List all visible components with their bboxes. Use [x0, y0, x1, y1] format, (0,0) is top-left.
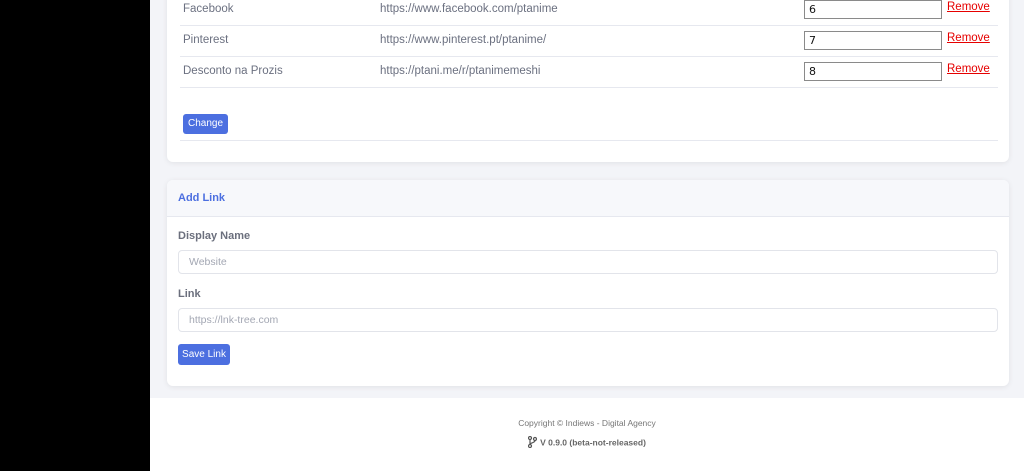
footer: Copyright © Indiews - Digital Agency V 0…	[150, 398, 1024, 471]
link-label: Link	[178, 288, 201, 300]
table-row: Desconto na Prozis https://ptani.me/r/pt…	[180, 56, 998, 88]
link-url: https://www.facebook.com/ptanime	[380, 3, 558, 15]
link-name: Facebook	[183, 3, 234, 15]
git-branch-icon	[527, 435, 538, 450]
links-card: Facebook https://www.facebook.com/ptanim…	[167, 0, 1009, 162]
display-name-label: Display Name	[178, 230, 251, 242]
order-input[interactable]: 6	[804, 0, 942, 19]
link-name: Pinterest	[183, 34, 229, 46]
remove-link[interactable]: Remove	[947, 0, 990, 20]
remove-link[interactable]: Remove	[947, 56, 990, 82]
display-name-input[interactable]: Website	[178, 250, 998, 274]
table-row: Facebook https://www.facebook.com/ptanim…	[180, 0, 998, 26]
table-row: Pinterest https://www.pinterest.pt/ptani…	[180, 25, 998, 57]
add-link-header: Add Link	[167, 180, 1009, 217]
change-button[interactable]: Change	[183, 114, 228, 134]
version-info: V 0.9.0 (beta-not-released)	[150, 435, 1024, 450]
version-text: V 0.9.0 (beta-not-released)	[540, 437, 646, 448]
link-input[interactable]: https://lnk-tree.com	[178, 308, 998, 332]
order-input[interactable]: 8	[804, 62, 942, 81]
copyright-text: Copyright © Indiews - Digital Agency	[518, 418, 656, 428]
order-input[interactable]: 7	[804, 31, 942, 50]
link-url: https://www.pinterest.pt/ptanime/	[380, 34, 547, 46]
remove-link[interactable]: Remove	[947, 25, 990, 51]
save-link-button[interactable]: Save Link	[178, 344, 230, 365]
divider	[180, 140, 998, 141]
main-content: Facebook https://www.facebook.com/ptanim…	[150, 0, 1024, 471]
link-url: https://ptani.me/r/ptanimemeshi	[380, 65, 541, 77]
link-name: Desconto na Prozis	[183, 65, 283, 77]
add-link-card: Add Link Display Name Website Link https…	[167, 180, 1009, 386]
add-link-title: Add Link	[178, 192, 226, 204]
